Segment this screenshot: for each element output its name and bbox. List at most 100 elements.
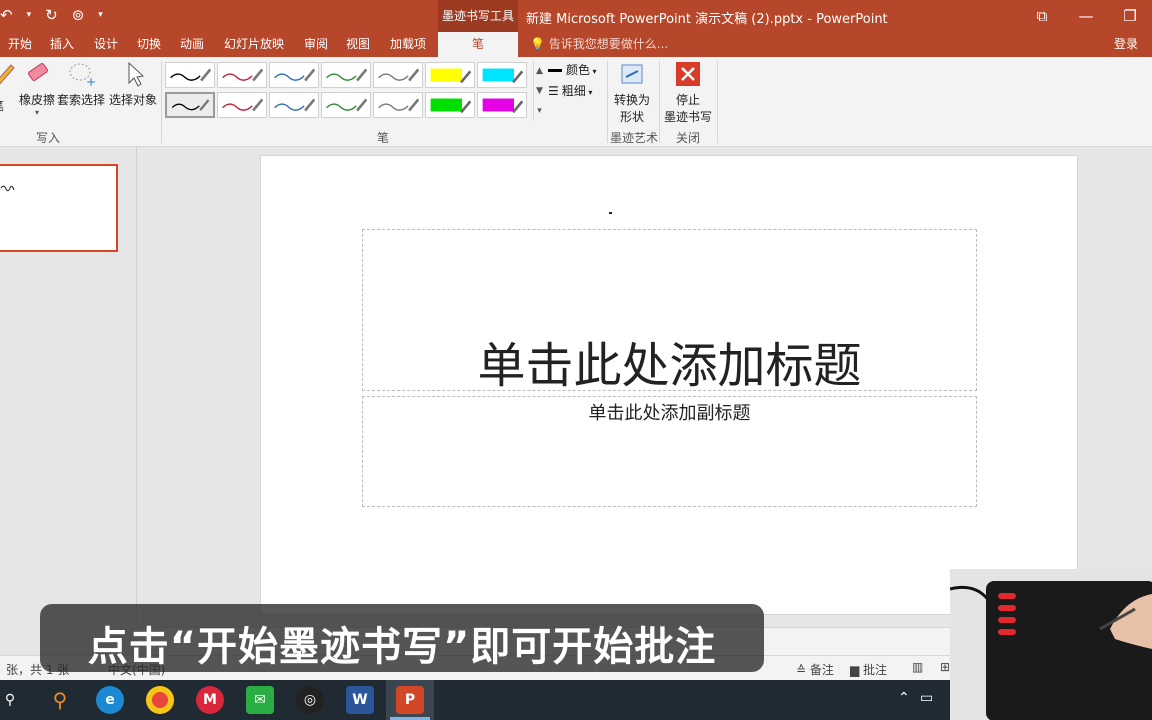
weight-icon: ☰ xyxy=(548,84,559,98)
pen-label: 笔 xyxy=(0,97,4,114)
tab-slideshow[interactable]: 幻灯片放映 xyxy=(224,32,284,57)
tray-chevron-icon[interactable]: ⌃ xyxy=(898,690,910,706)
edge-icon[interactable]: e xyxy=(96,686,124,714)
pen-swatch[interactable] xyxy=(373,62,423,88)
pen-button[interactable]: 笔 xyxy=(0,61,18,113)
minimize-icon[interactable]: — xyxy=(1064,7,1108,25)
stop-label-1: 停止 xyxy=(675,93,700,107)
pen-swatch[interactable] xyxy=(425,92,475,118)
gallery-more-icon[interactable]: ▾ xyxy=(534,101,545,121)
customize-qat-icon[interactable]: ▾ xyxy=(98,10,103,20)
title-placeholder[interactable]: 单击此处添加标题 xyxy=(362,229,977,394)
slide-thumbnail[interactable] xyxy=(0,164,118,252)
restore-icon[interactable]: ❐ xyxy=(1108,7,1152,25)
wechat-icon[interactable]: ✉ xyxy=(246,686,274,714)
pen-swatch[interactable] xyxy=(321,62,371,88)
eraser-label: 橡皮擦 xyxy=(18,93,55,107)
pen-color-icon xyxy=(548,69,562,72)
highlighter-icon xyxy=(482,68,524,84)
stop-inking-button[interactable]: 停止 墨迹书写 xyxy=(662,61,714,125)
pen-stroke-icon xyxy=(274,68,316,82)
powerpoint-icon[interactable]: P xyxy=(396,686,424,714)
pens-group-label: 笔 xyxy=(377,131,390,145)
ink-dot xyxy=(609,212,612,214)
group-separator xyxy=(659,61,660,143)
color-dropdown-icon: ▾ xyxy=(590,67,597,76)
comment-icon: ▆ xyxy=(850,663,864,677)
touch-mode-icon[interactable]: ⊚ xyxy=(72,6,85,24)
pen-icon xyxy=(0,64,15,85)
scroll-down-icon[interactable]: ▼ xyxy=(534,81,545,101)
pen-stroke-icon xyxy=(170,68,212,82)
pen-swatch[interactable] xyxy=(217,62,267,88)
search-icon[interactable]: ⚲ xyxy=(0,686,24,714)
select-objects-button[interactable]: 选择对象 xyxy=(108,61,158,108)
tell-me-box[interactable]: 💡 告诉我您想要做什么... xyxy=(530,32,668,57)
comments-button[interactable]: ▆ 批注 xyxy=(850,661,887,678)
obs-icon[interactable]: ◎ xyxy=(296,686,324,714)
group-separator xyxy=(161,61,162,143)
pen-swatch[interactable] xyxy=(477,92,527,118)
chrome-icon[interactable] xyxy=(146,686,174,714)
redo-icon[interactable]: ↻ xyxy=(45,6,58,24)
tab-review[interactable]: 审阅 xyxy=(304,32,328,57)
tab-pen[interactable]: 笔 xyxy=(438,32,518,57)
pen-swatch[interactable] xyxy=(165,62,215,88)
notes-icon: ≙ xyxy=(796,663,810,677)
convert-to-shape-button[interactable]: 转换为 形状 xyxy=(610,61,654,125)
highlighter-icon xyxy=(430,98,472,114)
pen-swatch[interactable] xyxy=(269,92,319,118)
weight-button[interactable]: ☰ 粗细 ▾ xyxy=(548,82,592,99)
pen-swatch[interactable] xyxy=(321,92,371,118)
write-group-label: 写入 xyxy=(36,131,61,145)
word-icon[interactable]: W xyxy=(346,686,374,714)
lasso-select-button[interactable]: + 套索选择 xyxy=(57,61,105,108)
slide-thumbnails-pane xyxy=(0,147,137,627)
pen-gallery-scroll[interactable]: ▲ ▼ ▾ xyxy=(533,61,545,121)
pen-swatch[interactable] xyxy=(477,62,527,88)
ribbon-display-icon[interactable]: ⧉ xyxy=(1020,7,1064,25)
pen-swatch[interactable] xyxy=(217,92,267,118)
tab-transitions[interactable]: 切换 xyxy=(137,32,161,57)
color-label: 颜色 xyxy=(566,63,591,77)
title-placeholder-text: 单击此处添加标题 xyxy=(477,338,862,394)
pen-swatch[interactable] xyxy=(425,62,475,88)
caption-overlay: 点击“开始墨迹书写”即可开始批注 xyxy=(40,604,764,672)
color-button[interactable]: 颜色 ▾ xyxy=(548,61,597,78)
pen-stroke-icon xyxy=(274,98,316,112)
document-title: 新建 Microsoft PowerPoint 演示文稿 (2).pptx - … xyxy=(526,12,888,27)
quick-access-toolbar: ↶ ▾ ↻ ⊚ ▾ xyxy=(0,6,103,24)
tab-animations[interactable]: 动画 xyxy=(180,32,204,57)
login-button[interactable]: 登录 xyxy=(1114,32,1138,57)
highlighter-icon xyxy=(482,98,524,114)
pen-swatch[interactable] xyxy=(269,62,319,88)
tab-view[interactable]: 视图 xyxy=(346,32,370,57)
pen-gallery xyxy=(165,62,531,122)
pen-swatch[interactable] xyxy=(373,92,423,118)
pen-stroke-icon xyxy=(378,98,420,112)
scroll-up-icon[interactable]: ▲ xyxy=(534,61,545,81)
tab-design[interactable]: 设计 xyxy=(94,32,118,57)
undo-icon[interactable]: ↶ xyxy=(0,6,13,24)
eraser-button[interactable]: 橡皮擦 ▾ xyxy=(18,61,56,117)
tab-home[interactable]: 开始 xyxy=(8,32,32,57)
lasso-label: 套索选择 xyxy=(57,93,106,107)
eraser-dropdown-icon[interactable]: ▾ xyxy=(18,108,56,117)
ink-art-group-label: 墨迹艺术 xyxy=(610,131,659,145)
network-icon[interactable]: ▭ xyxy=(920,690,933,706)
sorter-view-icon[interactable]: ⊞ xyxy=(940,660,950,674)
normal-view-icon[interactable]: ▥ xyxy=(912,660,923,674)
pen-swatch[interactable] xyxy=(165,92,215,118)
ribbon-tabs: 开始 插入 设计 切换 动画 幻灯片放映 审阅 视图 加载项 笔 💡 告诉我您想… xyxy=(0,32,1152,57)
notes-button[interactable]: ≙ 备注 xyxy=(796,661,834,678)
tab-insert[interactable]: 插入 xyxy=(50,32,74,57)
dropdown-icon[interactable]: ▾ xyxy=(27,10,32,20)
search-app-icon[interactable]: ⚲ xyxy=(46,686,74,714)
subtitle-placeholder[interactable]: 单击此处添加副标题 xyxy=(362,396,977,507)
weight-label: 粗细 xyxy=(561,84,586,98)
convert-label-2: 形状 xyxy=(619,110,644,124)
close-group-label: 关闭 xyxy=(676,131,701,145)
tab-addins[interactable]: 加载项 xyxy=(390,32,426,57)
app-m-icon[interactable]: M xyxy=(196,686,224,714)
svg-text:+: + xyxy=(86,75,95,87)
